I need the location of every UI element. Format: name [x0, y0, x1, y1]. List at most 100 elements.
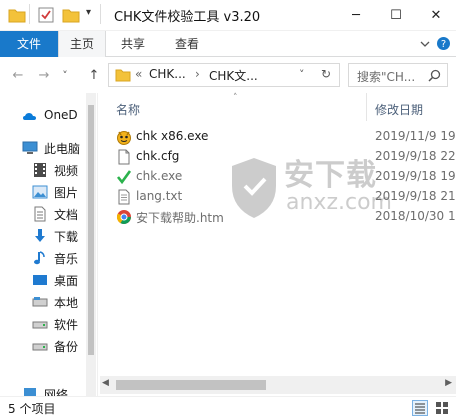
nav-item-label: 文档: [54, 208, 79, 222]
music-icon: [34, 251, 45, 265]
app-exe-icon: [117, 131, 131, 145]
scroll-right-icon[interactable]: ▶: [445, 378, 452, 388]
breadcrumb-segment[interactable]: CHK文...: [209, 67, 258, 84]
tab-file[interactable]: 文件: [0, 31, 58, 57]
customize-quick-access-icon[interactable]: ▾: [86, 7, 91, 18]
large-icons-view-icon: [436, 402, 448, 414]
nav-item-desktop[interactable]: 桌面: [0, 269, 96, 291]
nav-item-label: 图片: [54, 186, 79, 200]
file-row[interactable]: chk x86.exe 2019/11/9 19:: [100, 127, 456, 147]
file-list: chk x86.exe 2019/11/9 19: chk.cfg 2019/9…: [100, 127, 456, 277]
nav-item-this-pc[interactable]: 此电脑: [0, 137, 96, 159]
nav-item-downloads[interactable]: 下载: [0, 225, 96, 247]
checkmark-icon: [116, 170, 132, 185]
breadcrumb-segment[interactable]: CHK...: [149, 67, 186, 81]
nav-item-network[interactable]: 网络: [0, 383, 96, 396]
address-bar[interactable]: « CHK... › CHK文... ˅ ↻: [108, 63, 340, 87]
address-row: ← → ˅ ↑ « CHK... › CHK文... ˅ ↻ 搜索"CH...: [0, 57, 456, 93]
file-date: 2019/11/9 19:: [375, 129, 456, 143]
nav-item-label: 视频: [54, 164, 79, 178]
horizontal-scrollbar-thumb[interactable]: [116, 380, 266, 390]
search-input[interactable]: 搜索"CH...: [348, 63, 448, 87]
nav-item-label: 音乐: [54, 252, 79, 266]
tab-home[interactable]: 主页: [58, 31, 106, 58]
nav-item-local-disk[interactable]: 本地: [0, 291, 96, 313]
nav-item-documents[interactable]: 文档: [0, 203, 96, 225]
details-view-button[interactable]: [412, 400, 428, 416]
nav-item-label: 此电脑: [44, 142, 81, 156]
breadcrumb-separator[interactable]: ›: [195, 67, 200, 81]
details-view-icon: [415, 403, 425, 414]
column-header-modified[interactable]: 修改日期: [375, 101, 423, 118]
nav-item-label: 桌面: [54, 274, 79, 288]
nav-item-label: 备份: [54, 340, 79, 354]
column-header-name[interactable]: 名称: [116, 101, 140, 118]
drive-icon: [32, 321, 48, 329]
onedrive-icon: [23, 113, 36, 120]
file-date: 2019/9/18 22:: [375, 149, 456, 163]
help-icon[interactable]: ?: [436, 36, 451, 51]
folder-icon[interactable]: [8, 7, 26, 23]
video-icon: [34, 163, 46, 177]
nav-item-music[interactable]: 音乐: [0, 247, 96, 269]
nav-scrollbar-thumb[interactable]: [88, 105, 94, 355]
horizontal-scrollbar[interactable]: ◀ ▶: [100, 376, 456, 394]
file-date: 2019/9/18 19:: [375, 169, 456, 183]
nav-item-onedrive[interactable]: OneD: [0, 105, 96, 127]
nav-item-software-drive[interactable]: 软件: [0, 313, 96, 335]
window-title: CHK文件校验工具 v3.20: [114, 10, 261, 25]
new-folder-icon[interactable]: [62, 7, 80, 23]
chevron-down-icon[interactable]: [420, 39, 430, 49]
minimize-button[interactable]: ─: [336, 0, 376, 31]
properties-icon[interactable]: [38, 7, 54, 23]
file-row[interactable]: chk.exe 2019/9/18 19:: [100, 167, 456, 187]
file-name: chk x86.exe: [136, 129, 209, 143]
nav-item-label: OneD: [44, 108, 78, 122]
file-name: chk.cfg: [136, 149, 180, 163]
drive-icon: [32, 343, 48, 351]
file-name: chk.exe: [136, 169, 183, 183]
close-button[interactable]: ✕: [416, 0, 456, 31]
column-divider[interactable]: [366, 93, 367, 121]
download-icon: [35, 229, 45, 242]
divider: [29, 4, 30, 24]
divider: [100, 4, 101, 24]
file-date: 2018/10/30 18:: [375, 209, 456, 223]
navigation-pane: OneD 此电脑 视频 图片 文档 下载 音乐 桌面 本地 软件 备份 网络: [0, 93, 96, 396]
forward-button[interactable]: →: [34, 65, 54, 85]
tab-view[interactable]: 查看: [162, 31, 212, 57]
file-name: 安下载帮助.htm: [136, 211, 224, 225]
refresh-button[interactable]: ↻: [321, 67, 331, 81]
nav-item-label: 本地: [54, 296, 79, 310]
address-dropdown-button[interactable]: ˅: [299, 68, 305, 81]
desktop-icon: [33, 275, 47, 285]
item-count: 5 个项目: [8, 402, 56, 416]
back-button[interactable]: ←: [8, 65, 28, 85]
search-placeholder: 搜索"CH...: [357, 70, 416, 84]
nav-item-videos[interactable]: 视频: [0, 159, 96, 181]
nav-item-backup-drive[interactable]: 备份: [0, 335, 96, 357]
file-row[interactable]: lang.txt 2019/9/18 21:: [100, 187, 456, 207]
network-icon: [24, 388, 36, 396]
overflow-chevron[interactable]: «: [135, 67, 142, 81]
computer-icon: [22, 141, 38, 154]
documents-icon: [34, 206, 46, 222]
title-bar: ▾ CHK文件校验工具 v3.20 ─ ☐ ✕: [0, 0, 456, 31]
maximize-button[interactable]: ☐: [376, 0, 416, 31]
file-row[interactable]: 安下载帮助.htm 2018/10/30 18:: [100, 207, 456, 227]
pane-divider[interactable]: [97, 93, 98, 396]
status-bar: 5 个项目: [0, 396, 456, 418]
tab-share[interactable]: 共享: [108, 31, 158, 57]
chrome-html-icon: [116, 210, 131, 224]
nav-item-pictures[interactable]: 图片: [0, 181, 96, 203]
large-icons-view-button[interactable]: [434, 400, 450, 416]
ribbon-tabs: 文件 主页 共享 查看 ?: [0, 31, 456, 58]
up-button[interactable]: ↑: [84, 65, 104, 85]
recent-locations-button[interactable]: ˅: [58, 65, 72, 85]
file-row[interactable]: chk.cfg 2019/9/18 22:: [100, 147, 456, 167]
nav-item-label: 网络: [44, 388, 69, 396]
scroll-left-icon[interactable]: ◀: [102, 378, 109, 388]
svg-text:?: ?: [441, 39, 446, 50]
pictures-icon: [32, 185, 48, 199]
search-icon[interactable]: [428, 69, 441, 82]
